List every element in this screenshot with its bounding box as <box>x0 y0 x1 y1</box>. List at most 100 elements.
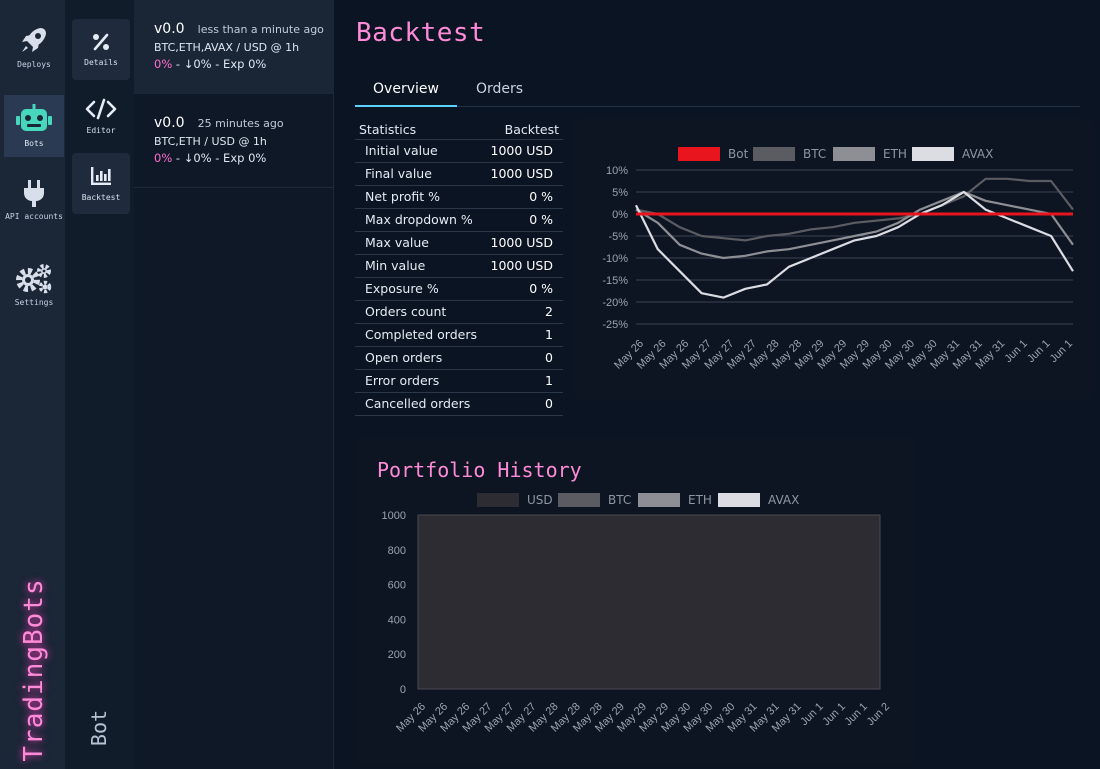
statistics-header: Statistics Backtest <box>355 118 563 140</box>
bot-time: less than a minute ago <box>197 23 324 36</box>
bot-profit: 0% <box>154 151 173 165</box>
statistics-value: 1000 USD <box>490 258 554 273</box>
statistics-label: Max value <box>365 235 429 250</box>
series-area-usd <box>417 514 881 690</box>
bot-list-item[interactable]: v0.0 25 minutes ago BTC,ETH / USD @ 1h 0… <box>134 94 334 188</box>
statistics-label: Open orders <box>365 350 443 365</box>
y-tick-label: 1000 <box>382 510 406 522</box>
y-tick-label: 600 <box>388 580 406 592</box>
statistics-value: 0 % <box>529 281 553 296</box>
section-text: Bot <box>87 709 111 746</box>
statistics-row: Final value 1000 USD <box>355 163 563 186</box>
x-tick-label: Jun 1 <box>1048 338 1076 366</box>
statistics-row: Net profit % 0 % <box>355 186 563 209</box>
y-tick-label: 0% <box>612 209 628 221</box>
section-label: Bot <box>84 700 114 755</box>
y-tick-label: 0 <box>400 684 406 696</box>
code-icon <box>85 98 117 120</box>
nav-item-api-accounts[interactable]: API accounts <box>4 178 64 238</box>
statistics-label: Initial value <box>365 143 438 158</box>
bar-chart-icon <box>91 167 111 185</box>
y-tick-label: -5% <box>608 231 628 243</box>
bot-perf-rest: - ↓0% - Exp 0% <box>172 57 267 71</box>
bot-time: 25 minutes ago <box>197 117 284 130</box>
performance-chart: 10%5%0%-5%-10%-15%-20%-25%May 26May 26Ma… <box>602 165 1076 372</box>
bot-list-item[interactable]: v0.0 less than a minute ago BTC,ETH,AVAX… <box>134 0 334 94</box>
y-tick-label: -20% <box>602 297 628 309</box>
nav-item-deploys[interactable]: Deploys <box>4 24 64 82</box>
x-tick-label: Jun 1 <box>820 701 848 729</box>
subnav-item-details[interactable]: Details <box>72 19 130 80</box>
statistics-table: Statistics Backtest Initial value 1000 US… <box>355 118 563 416</box>
x-tick-label: Jun 1 <box>1025 338 1053 366</box>
nav-item-bots[interactable]: Bots <box>4 95 64 157</box>
subnav-label: Editor <box>86 126 116 135</box>
statistics-label: Completed orders <box>365 327 477 342</box>
statistics-value: 1000 USD <box>490 166 554 181</box>
y-tick-label: 800 <box>388 545 406 557</box>
subnav-label: Details <box>84 58 118 67</box>
x-tick-label: Jun 1 <box>843 701 871 729</box>
bot-performance: 0% - ↓0% - Exp 0% <box>154 57 334 71</box>
series-line-avax <box>635 190 1074 299</box>
bot-subnav: Details Editor Backtest Bot <box>65 0 134 769</box>
statistics-value: 2 <box>545 304 553 319</box>
bot-version: v0.0 <box>154 21 185 37</box>
statistics-value: 1000 USD <box>490 143 554 158</box>
statistics-label: Orders count <box>365 304 447 319</box>
subnav-item-backtest[interactable]: Backtest <box>72 153 130 214</box>
statistics-value: 1 <box>545 327 553 342</box>
bot-pair: BTC,ETH,AVAX / USD @ 1h <box>154 41 300 54</box>
x-tick-label: Jun 1 <box>1002 338 1030 366</box>
y-tick-label: 200 <box>388 649 406 661</box>
bot-pair: BTC,ETH / USD @ 1h <box>154 135 267 148</box>
portfolio-history-title: Portfolio History <box>377 458 582 482</box>
nav-label: Settings <box>14 298 54 307</box>
statistics-label: Final value <box>365 166 432 181</box>
statistics-row: Max dropdown % 0 % <box>355 209 563 232</box>
brand-logo: TradingBots <box>14 578 54 761</box>
performance-chart-card: Bot BTC ETH AVAX 10% 5% 0% -5% -10% -15% -20% -25%… <box>573 118 1095 400</box>
plug-icon <box>24 180 44 207</box>
statistics-label: Cancelled orders <box>365 396 471 411</box>
nav-item-settings[interactable]: Settings <box>4 262 64 312</box>
tab-overview[interactable]: Overview <box>355 74 457 107</box>
statistics-label: Error orders <box>365 373 440 388</box>
percent-icon <box>93 33 109 51</box>
gears-icon <box>16 264 52 294</box>
statistics-row: Cancelled orders 0 <box>355 393 563 416</box>
bot-profit: 0% <box>154 57 173 71</box>
statistics-row: Completed orders 1 <box>355 324 563 347</box>
subnav-label: Backtest <box>81 193 121 202</box>
statistics-row: Exposure % 0 % <box>355 278 563 301</box>
statistics-label: Exposure % <box>365 281 439 296</box>
tab-orders[interactable]: Orders <box>457 74 542 107</box>
statistics-row: Orders count 2 <box>355 301 563 324</box>
statistics-row: Max value 1000 USD <box>355 232 563 255</box>
bot-list: v0.0 less than a minute ago BTC,ETH,AVAX… <box>134 0 334 769</box>
tab-bar: Overview Orders <box>355 74 1080 107</box>
statistics-header-value: Backtest <box>504 122 559 137</box>
statistics-row: Initial value 1000 USD <box>355 140 563 163</box>
statistics-label: Net profit % <box>365 189 440 204</box>
statistics-value: 0 <box>545 350 553 365</box>
statistics-label: Min value <box>365 258 426 273</box>
statistics-value: 1000 USD <box>490 235 554 250</box>
y-tick-label: -15% <box>602 275 628 287</box>
statistics-label: Max dropdown % <box>365 212 473 227</box>
statistics-row: Min value 1000 USD <box>355 255 563 278</box>
statistics-value: 0 <box>545 396 553 411</box>
bot-perf-rest: - ↓0% - Exp 0% <box>172 151 267 165</box>
series-line-eth <box>635 190 1074 260</box>
statistics-header-label: Statistics <box>359 122 417 137</box>
y-tick-label: 10% <box>606 165 628 177</box>
portfolio-history-card: USD BTC ETH AVAX 1000 800 600 400 200 0 May 26 May… <box>355 437 915 765</box>
y-tick-label: -10% <box>602 253 628 265</box>
robot-icon <box>16 104 52 131</box>
nav-label: API accounts <box>5 212 63 221</box>
statistics-row: Error orders 1 <box>355 370 563 393</box>
brand-text: TradingBots <box>19 578 49 762</box>
bot-version: v0.0 <box>154 115 185 131</box>
statistics-row: Open orders 0 <box>355 347 563 370</box>
subnav-item-editor[interactable]: Editor <box>72 86 130 147</box>
